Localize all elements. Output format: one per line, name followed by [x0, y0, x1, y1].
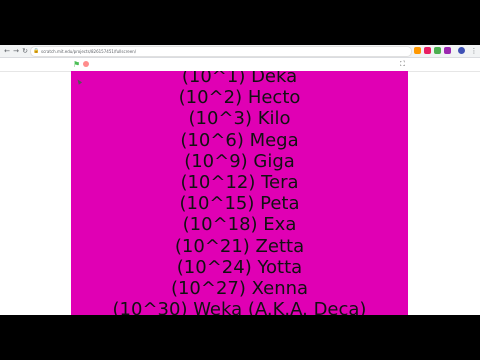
- project-controls-bar: ⚑ ⛶: [0, 58, 480, 72]
- extension-icon[interactable]: [444, 47, 451, 54]
- extension-icon[interactable]: [424, 47, 431, 54]
- list-item: (10^6) Mega: [180, 129, 299, 151]
- project-stage[interactable]: (10^1) Deka (10^2) Hecto (10^3) Kilo (10…: [71, 71, 408, 315]
- si-prefix-list: (10^1) Deka (10^2) Hecto (10^3) Kilo (10…: [71, 71, 408, 315]
- list-item: (10^15) Peta: [179, 193, 300, 215]
- extension-icon[interactable]: [434, 47, 441, 54]
- profile-avatar[interactable]: [458, 47, 465, 54]
- video-frame: ← → ↻ 🔒 scratch.mit.edu/projects/8261574…: [0, 0, 480, 360]
- list-item: (10^1) Deka: [181, 71, 298, 87]
- browser-toolbar: ← → ↻ 🔒 scratch.mit.edu/projects/8261574…: [0, 45, 480, 58]
- list-item: (10^12) Tera: [180, 172, 299, 194]
- fullscreen-icon[interactable]: ⛶: [400, 61, 407, 68]
- list-item: (10^27) Xenna: [170, 278, 309, 300]
- list-item: (10^3) Kilo: [188, 108, 291, 130]
- menu-icon[interactable]: ⋮: [469, 46, 479, 56]
- reload-icon[interactable]: ↻: [20, 46, 30, 56]
- address-text: scratch.mit.edu/projects/826157451/fulls…: [41, 49, 137, 54]
- list-item: (10^24) Yotta: [176, 256, 303, 278]
- list-item: (10^9) Giga: [184, 150, 295, 172]
- extension-icon[interactable]: [414, 47, 421, 54]
- lock-icon: 🔒: [33, 48, 40, 54]
- list-item: (10^21) Zetta: [174, 235, 305, 257]
- list-item: (10^18) Exa: [182, 214, 297, 236]
- stop-icon[interactable]: [83, 61, 89, 67]
- green-flag-icon[interactable]: ⚑: [73, 61, 80, 69]
- list-item: (10^2) Hecto: [178, 87, 301, 109]
- address-bar[interactable]: 🔒 scratch.mit.edu/projects/826157451/ful…: [30, 46, 412, 57]
- list-item: (10^30) Weka (A.K.A. Deca): [112, 299, 367, 315]
- browser-window: ← → ↻ 🔒 scratch.mit.edu/projects/8261574…: [0, 45, 480, 315]
